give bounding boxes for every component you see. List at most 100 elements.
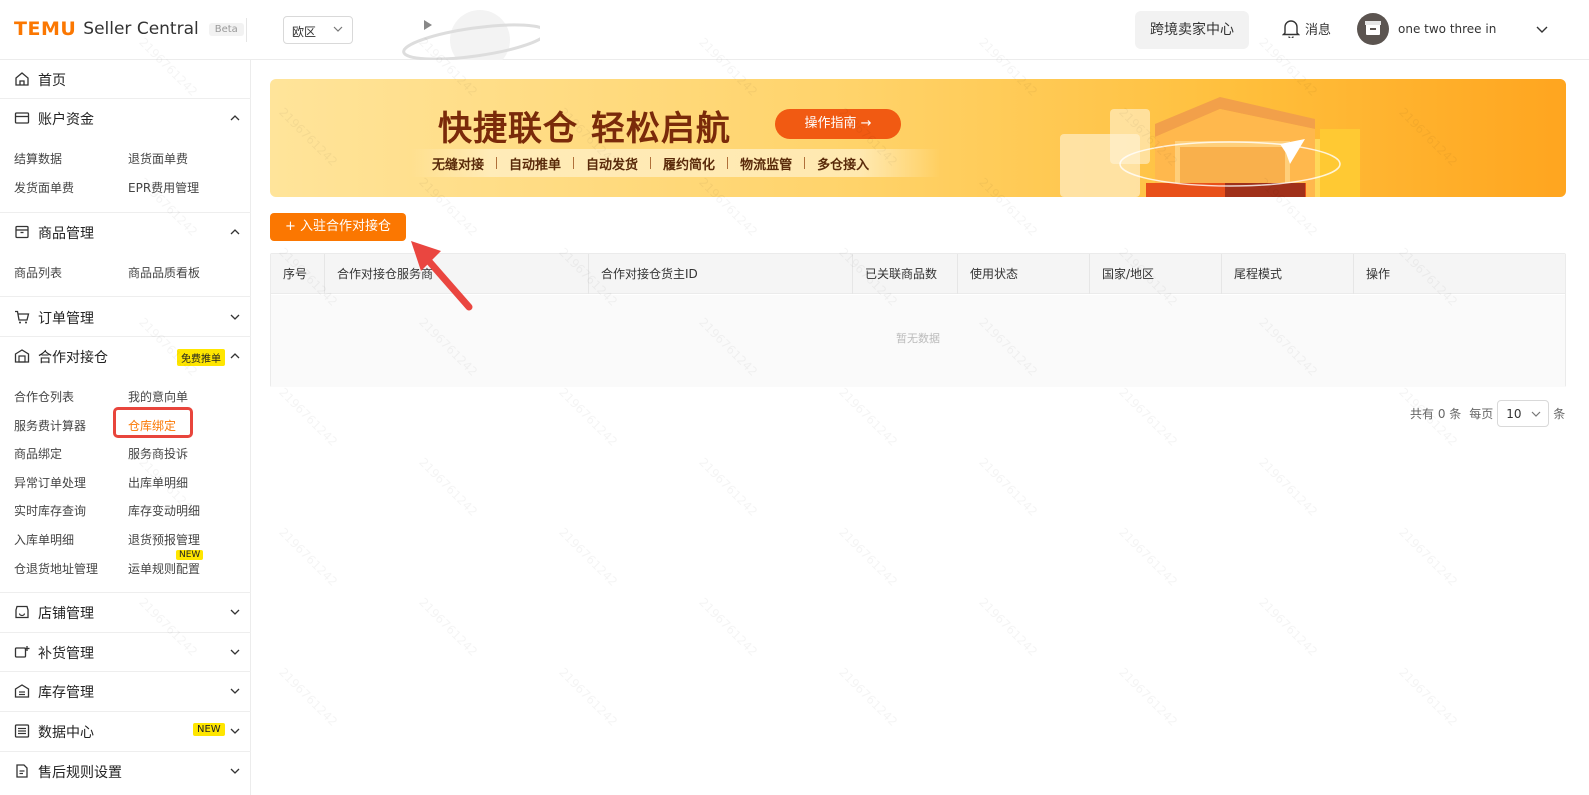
- chevron-down-icon: [1531, 411, 1541, 417]
- sidebar-item-abnormal-orders[interactable]: 异常订单处理: [14, 474, 86, 491]
- watermark: 2196761242: [1396, 665, 1460, 729]
- chevron-down-icon: [230, 649, 240, 655]
- page-size-value: 10: [1506, 407, 1522, 421]
- sidebar-item-epr-fee[interactable]: EPR费用管理: [128, 179, 199, 196]
- top-bar: TEMU Seller Central Beta 欧区 跨境卖家中心 消息 on…: [0, 0, 1589, 60]
- new-badge: NEW: [193, 723, 225, 736]
- total-count: 共有 0 条: [1410, 407, 1462, 421]
- watermark: 2196761242: [1256, 595, 1320, 659]
- watermark: 2196761242: [976, 455, 1040, 519]
- brand-logo: TEMU: [14, 18, 77, 40]
- watermark: 2196761242: [696, 455, 760, 519]
- sidebar-item-inbound-detail[interactable]: 入库单明细: [14, 531, 74, 548]
- sidebar-item-provider-complaint[interactable]: 服务商投诉: [128, 445, 188, 462]
- free-push-badge: 免费推单: [177, 349, 225, 366]
- chevron-down-icon: [230, 768, 240, 774]
- column-header: 合作对接仓货主ID: [589, 254, 853, 294]
- sidebar-section-label: 库存管理: [38, 685, 94, 701]
- sidebar-item-home[interactable]: 首页: [0, 60, 251, 98]
- per-page-label: 每页: [1469, 407, 1494, 421]
- sidebar-section-product[interactable]: 商品管理: [0, 213, 251, 251]
- watermark: 2196761242: [1396, 525, 1460, 589]
- column-header: 已关联商品数: [853, 254, 958, 294]
- sidebar-section-order[interactable]: 订单管理: [0, 298, 251, 336]
- page-size-select[interactable]: 10: [1497, 400, 1550, 427]
- divider: [727, 157, 729, 169]
- feature-item: 多仓接入: [817, 157, 870, 173]
- sidebar-item-product-binding[interactable]: 商品绑定: [14, 445, 62, 462]
- sidebar-section-label: 店铺管理: [38, 606, 94, 622]
- sidebar-section-store[interactable]: 店铺管理: [0, 593, 251, 631]
- sidebar-item-product-list[interactable]: 商品列表: [14, 264, 62, 281]
- sidebar-item-quality-board[interactable]: 商品品质看板: [128, 264, 200, 281]
- watermark: 2196761242: [276, 665, 340, 729]
- region-select[interactable]: 欧区: [283, 16, 353, 44]
- logo[interactable]: TEMU Seller Central Beta: [14, 18, 244, 40]
- divider: [246, 18, 247, 42]
- chevron-up-icon: [230, 353, 240, 359]
- warehouse-icon: [14, 349, 30, 363]
- inventory-icon: [14, 684, 30, 698]
- watermark: 2196761242: [1116, 665, 1180, 729]
- watermark: 2196761242: [1116, 385, 1180, 449]
- feature-item: 自动推单: [509, 157, 562, 173]
- guide-button[interactable]: 操作指南 →: [775, 109, 901, 139]
- sidebar-item-return-forecast[interactable]: 退货预报管理: [128, 531, 200, 548]
- feature-item: 履约简化: [663, 157, 716, 173]
- sidebar-section-label: 数据中心: [38, 725, 94, 741]
- messages-label: 消息: [1305, 22, 1332, 38]
- messages-button[interactable]: 消息: [1282, 18, 1331, 38]
- sidebar-item-stock-change[interactable]: 库存变动明细: [128, 502, 200, 519]
- cross-border-seller-center-button[interactable]: 跨境卖家中心: [1135, 11, 1249, 49]
- column-header: 尾程模式: [1222, 254, 1354, 294]
- box-icon: [15, 225, 29, 239]
- chevron-down-icon: [333, 26, 343, 32]
- sidebar-section-account[interactable]: 账户资金: [0, 99, 251, 137]
- feature-item: 自动发货: [586, 157, 639, 173]
- sidebar-section-label: 订单管理: [38, 311, 94, 327]
- planet-decoration-icon: [402, 10, 540, 60]
- sidebar-section-inventory[interactable]: 库存管理: [0, 672, 251, 710]
- add-warehouse-button[interactable]: + 入驻合作对接仓: [270, 213, 406, 241]
- sidebar-item-settlement[interactable]: 结算数据: [14, 150, 62, 167]
- pagination: 共有 0 条 每页 10 条: [1410, 400, 1565, 427]
- chevron-down-icon: [230, 609, 240, 615]
- feature-item: 无缝对接: [432, 157, 485, 173]
- banner-title: 快捷联仓 轻松启航: [438, 109, 731, 149]
- sidebar-item-outbound-detail[interactable]: 出库单明细: [128, 474, 188, 491]
- sidebar-item-fee-calculator[interactable]: 服务费计算器: [14, 417, 86, 434]
- highlight-box: [113, 407, 193, 438]
- chevron-up-icon: [230, 229, 240, 235]
- divider: [804, 157, 806, 169]
- promo-banner[interactable]: 快捷联仓 轻松启航 操作指南 → 无缝对接 自动推单 自动发货 履约简化 物流监…: [270, 79, 1566, 197]
- chevron-down-icon[interactable]: [1535, 22, 1549, 36]
- region-value: 欧区: [292, 25, 317, 39]
- warehouse-illustration-icon: [1060, 97, 1360, 197]
- unit-label: 条: [1553, 407, 1566, 421]
- watermark: 2196761242: [836, 665, 900, 729]
- sidebar-item-my-intent[interactable]: 我的意向单: [128, 388, 188, 405]
- sidebar-section-replenish[interactable]: 补货管理: [0, 633, 251, 671]
- sidebar-item-ship-label-fee[interactable]: 发货面单费: [14, 179, 74, 196]
- feature-item: 物流监管: [740, 157, 793, 173]
- divider: [573, 157, 575, 169]
- chevron-up-icon: [230, 115, 240, 121]
- chevron-down-icon: [230, 728, 240, 734]
- bell-icon: [1282, 20, 1300, 38]
- avatar[interactable]: [1357, 13, 1389, 45]
- sidebar-section-aftersale[interactable]: 售后规则设置: [0, 752, 251, 790]
- cart-icon: [15, 310, 30, 324]
- sidebar-item-return-address[interactable]: 仓退货地址管理: [14, 560, 98, 577]
- replenish-icon: [14, 646, 30, 658]
- watermark: 2196761242: [556, 385, 620, 449]
- sidebar-item-waybill-rules[interactable]: 运单规则配置: [128, 560, 200, 577]
- sidebar-item-return-label-fee[interactable]: 退货面单费: [128, 150, 188, 167]
- column-header: 序号: [271, 254, 325, 294]
- username[interactable]: one two three in: [1398, 22, 1496, 36]
- new-badge: NEW: [176, 550, 204, 560]
- product-name: Seller Central: [83, 19, 199, 39]
- sidebar-item-realtime-stock[interactable]: 实时库存查询: [14, 502, 86, 519]
- divider: [0, 296, 251, 297]
- sidebar-section-label: 账户资金: [38, 112, 94, 128]
- sidebar-item-warehouse-list[interactable]: 合作仓列表: [14, 388, 74, 405]
